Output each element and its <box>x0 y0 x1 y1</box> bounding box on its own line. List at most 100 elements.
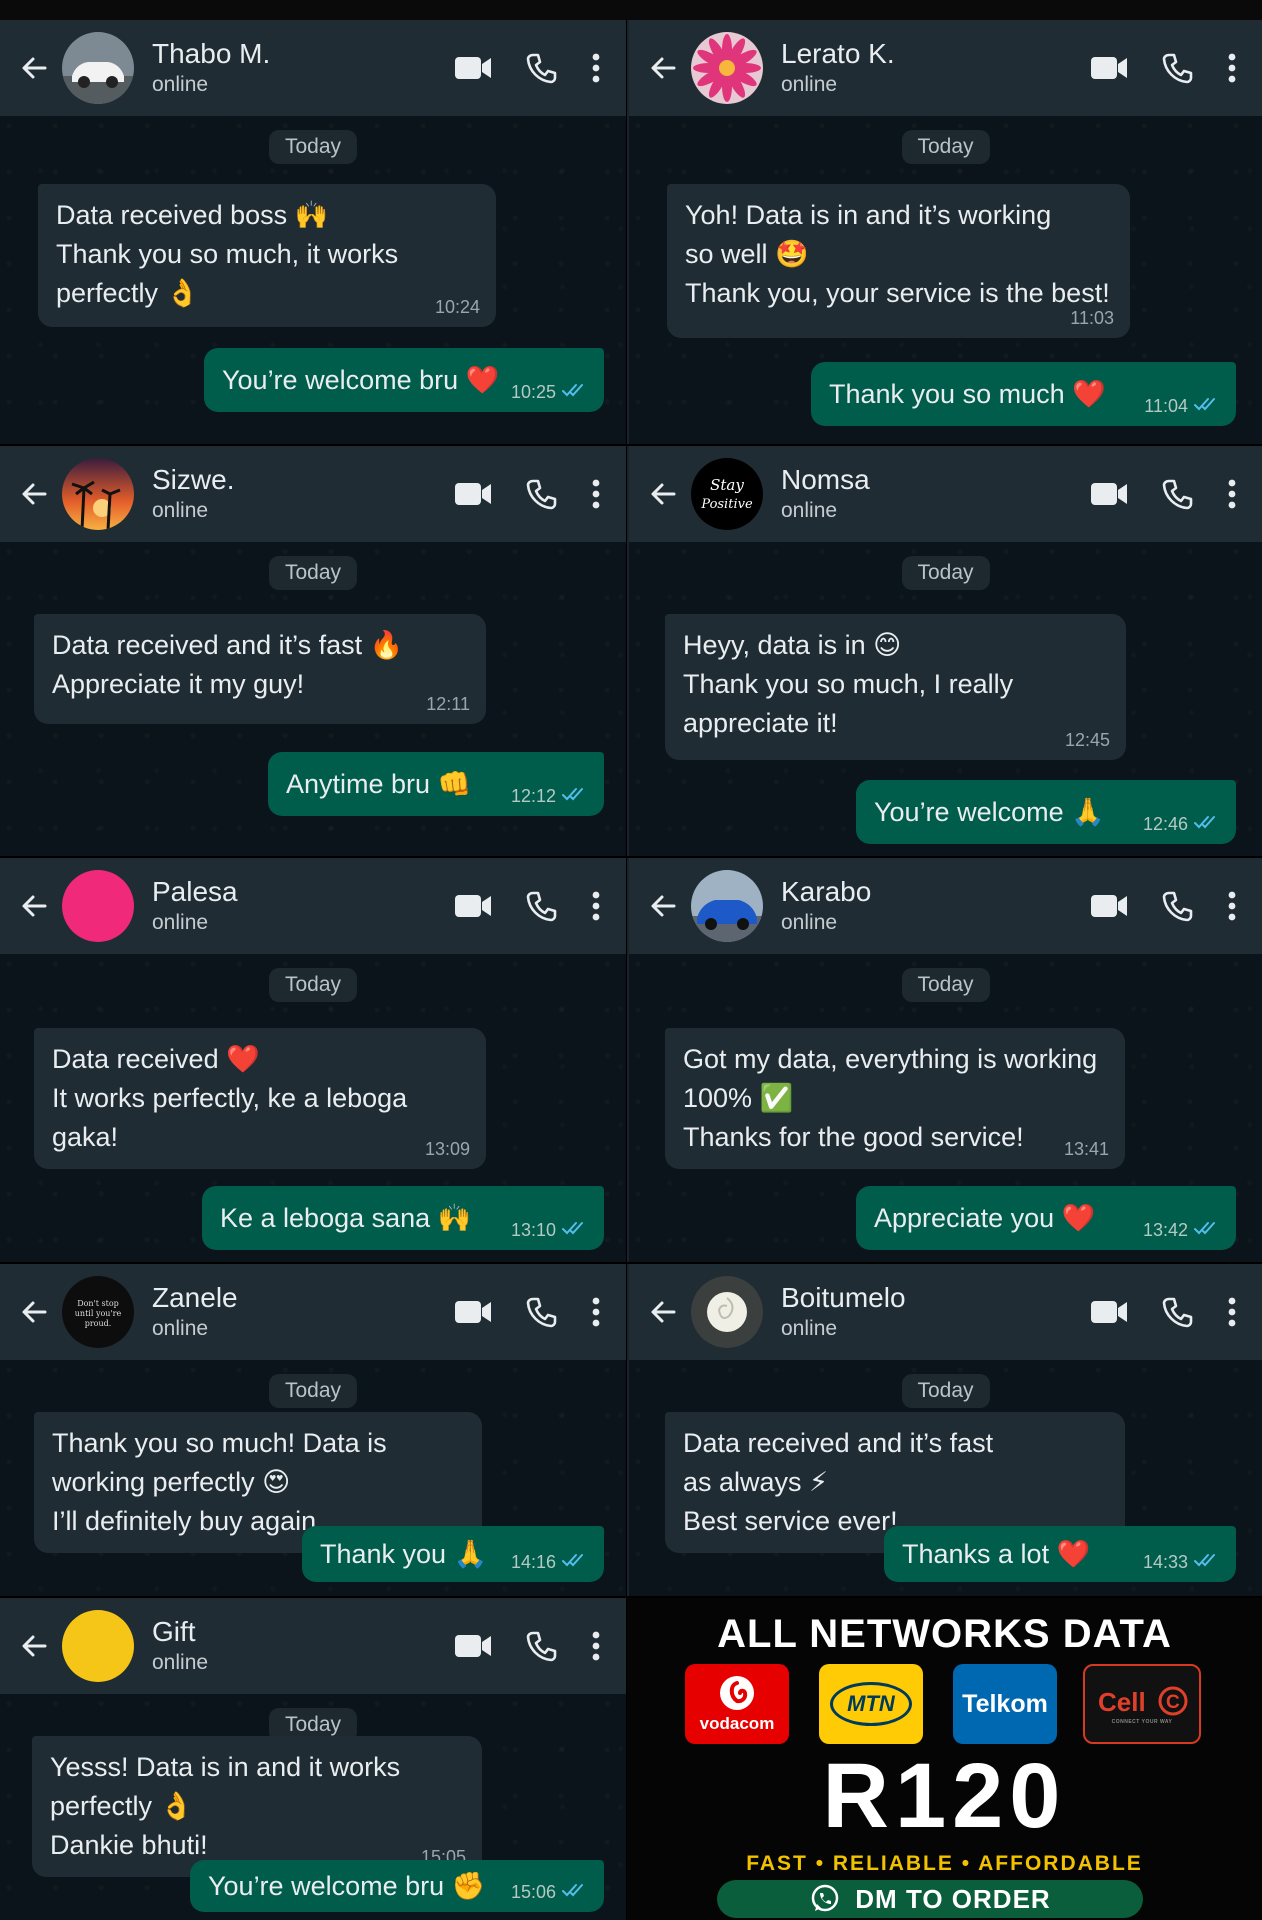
back-arrow-icon[interactable] <box>643 886 683 926</box>
message-line: Thank you so much, it works <box>56 239 399 269</box>
back-arrow-icon[interactable] <box>14 48 54 88</box>
outgoing-message[interactable]: Thanks a lot ❤️ 14:33 <box>884 1526 1236 1582</box>
svg-text:Cell: Cell <box>1098 1687 1146 1717</box>
outgoing-message[interactable]: You’re welcome 🙏 12:46 <box>856 780 1236 844</box>
outgoing-message[interactable]: Thank you 🙏 14:16 <box>302 1526 604 1582</box>
more-vertical-icon[interactable] <box>592 1631 600 1661</box>
video-call-icon[interactable] <box>1090 893 1128 919</box>
outgoing-message[interactable]: Thank you so much ❤️ 11:04 <box>811 362 1236 426</box>
avatar[interactable] <box>691 870 763 942</box>
back-arrow-icon[interactable] <box>14 1292 54 1332</box>
video-call-icon[interactable] <box>1090 55 1128 81</box>
more-vertical-icon[interactable] <box>1228 891 1236 921</box>
incoming-message[interactable]: Data received and it’s fast 🔥 Appreciate … <box>34 614 486 724</box>
date-separator: Today <box>268 130 358 164</box>
message-time-status: 14:16 <box>511 1552 588 1572</box>
incoming-message[interactable]: Got my data, everything is working 100% ✅… <box>665 1028 1125 1169</box>
message-line: so well 🤩 <box>685 239 809 269</box>
contact-info[interactable]: Thabo M. online <box>152 37 454 99</box>
message-text: You’re welcome 🙏 <box>874 797 1105 827</box>
incoming-message[interactable]: Data received boss 🙌 Thank you so much, i… <box>38 184 496 327</box>
message-line: Thank you, your service is the best! <box>685 278 1110 308</box>
avatar[interactable] <box>691 1276 763 1348</box>
phone-icon[interactable] <box>526 52 558 84</box>
more-vertical-icon[interactable] <box>1228 1297 1236 1327</box>
incoming-message[interactable]: Yoh! Data is in and it’s working so well … <box>667 184 1130 338</box>
phone-icon[interactable] <box>1162 478 1194 510</box>
message-line: Yoh! Data is in and it’s working <box>685 200 1052 230</box>
contact-info[interactable]: Gift online <box>152 1615 454 1677</box>
chat-header: Lerato K. online <box>629 20 1262 116</box>
phone-icon[interactable] <box>1162 52 1194 84</box>
avatar[interactable]: Stay Positive <box>691 458 763 530</box>
avatar[interactable]: Don't stop until you're proud. <box>62 1276 134 1348</box>
video-call-icon[interactable] <box>454 1299 492 1325</box>
outgoing-message[interactable]: Ke a leboga sana 🙌 13:10 <box>202 1186 604 1250</box>
back-arrow-icon[interactable] <box>643 1292 683 1332</box>
contact-info[interactable]: Palesa online <box>152 875 454 937</box>
contact-info[interactable]: Nomsa online <box>781 463 1090 525</box>
avatar[interactable] <box>62 32 134 104</box>
back-arrow-icon[interactable] <box>14 1626 54 1666</box>
video-call-icon[interactable] <box>454 55 492 81</box>
contact-info[interactable]: Zanele online <box>152 1281 454 1343</box>
status-bar-strip <box>0 0 1262 20</box>
phone-icon[interactable] <box>1162 890 1194 922</box>
back-arrow-icon[interactable] <box>14 474 54 514</box>
contact-info[interactable]: Karabo online <box>781 875 1090 937</box>
contact-status: online <box>152 1651 209 1674</box>
incoming-message[interactable]: Heyy, data is in 😊 Thank you so much, I r… <box>665 614 1126 760</box>
contact-info[interactable]: Sizwe. online <box>152 463 454 525</box>
more-vertical-icon[interactable] <box>592 1297 600 1327</box>
avatar[interactable] <box>691 32 763 104</box>
chat-header: Gift online <box>0 1598 626 1694</box>
cellc-wordmark: Cell C <box>1098 1686 1188 1717</box>
outgoing-message[interactable]: Anytime bru 👊 12:12 <box>268 752 604 816</box>
avatar[interactable] <box>62 458 134 530</box>
more-vertical-icon[interactable] <box>1228 53 1236 83</box>
contact-status: online <box>152 499 209 522</box>
phone-icon[interactable] <box>526 1296 558 1328</box>
video-call-icon[interactable] <box>454 481 492 507</box>
outgoing-message[interactable]: You’re welcome bru ❤️ 10:25 <box>204 348 604 412</box>
contact-name: Nomsa <box>781 464 870 495</box>
date-separator: Today <box>901 1374 990 1408</box>
message-time-status: 12:46 <box>1143 814 1220 834</box>
message-text: Thank you 🙏 <box>320 1539 488 1569</box>
contact-name: Boitumelo <box>781 1282 906 1313</box>
outgoing-message[interactable]: Appreciate you ❤️ 13:42 <box>856 1186 1236 1250</box>
more-vertical-icon[interactable] <box>592 479 600 509</box>
message-time: 13:09 <box>424 1139 470 1159</box>
chat-header: Palesa online <box>0 858 626 954</box>
phone-icon[interactable] <box>526 890 558 922</box>
phone-icon[interactable] <box>526 1630 558 1662</box>
phone-icon[interactable] <box>526 478 558 510</box>
vodacom-logo: vodacom <box>685 1664 789 1744</box>
back-arrow-icon[interactable] <box>643 474 683 514</box>
svg-text:Stay: Stay <box>710 476 744 494</box>
video-call-icon[interactable] <box>1090 481 1128 507</box>
contact-info[interactable]: Lerato K. online <box>781 37 1090 99</box>
more-vertical-icon[interactable] <box>1228 479 1236 509</box>
message-time-status: 14:33 <box>1143 1552 1220 1572</box>
contact-info[interactable]: Boitumelo online <box>781 1281 1090 1343</box>
more-vertical-icon[interactable] <box>592 891 600 921</box>
message-line: It works perfectly, ke a leboga <box>52 1083 408 1113</box>
message-line: Yesss! Data is in and it works <box>50 1752 401 1782</box>
message-time-status: 12:12 <box>511 786 588 806</box>
more-vertical-icon[interactable] <box>592 53 600 83</box>
incoming-message[interactable]: Yesss! Data is in and it works perfectly … <box>32 1736 482 1877</box>
avatar[interactable] <box>62 870 134 942</box>
back-arrow-icon[interactable] <box>14 886 54 926</box>
dm-to-order-button[interactable]: DM TO ORDER <box>717 1880 1143 1918</box>
incoming-message[interactable]: Data received ❤️ It works perfectly, ke a… <box>34 1028 486 1169</box>
video-call-icon[interactable] <box>1090 1299 1128 1325</box>
avatar[interactable] <box>62 1610 134 1682</box>
phone-icon[interactable] <box>1162 1296 1194 1328</box>
outgoing-message[interactable]: You’re welcome bru ✊ 15:06 <box>190 1860 604 1912</box>
video-call-icon[interactable] <box>454 893 492 919</box>
svg-text:Positive: Positive <box>700 497 753 512</box>
back-arrow-icon[interactable] <box>643 48 683 88</box>
video-call-icon[interactable] <box>454 1633 492 1659</box>
double-check-icon <box>562 786 588 806</box>
